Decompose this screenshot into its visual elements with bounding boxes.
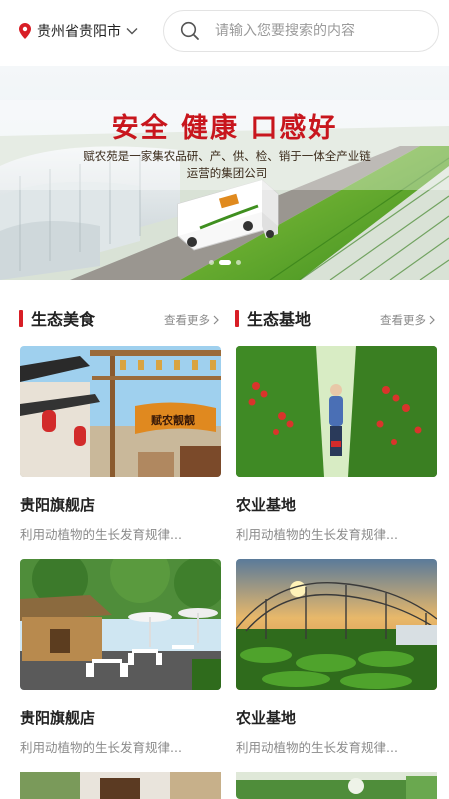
- section-header-food: 生态美食: [19, 307, 95, 329]
- base-card-title: 农业基地: [236, 496, 297, 514]
- base-card[interactable]: 农业基地 利用动植物的生长发育规律...: [236, 559, 437, 759]
- base-card-partial[interactable]: [236, 772, 437, 799]
- section-accent-bar: [235, 309, 239, 327]
- view-more-label: 查看更多: [380, 313, 426, 327]
- carousel-dot-active[interactable]: [218, 260, 231, 265]
- base-card-desc: 利用动植物的生长发育规律...: [236, 740, 398, 755]
- base-card-desc: 利用动植物的生长发育规律...: [236, 527, 398, 542]
- search-input[interactable]: [215, 23, 415, 39]
- search-bar[interactable]: [163, 10, 439, 52]
- food-card-image: [20, 772, 221, 799]
- banner-slogan: 安全 健康 口感好: [111, 113, 338, 144]
- chevron-down-icon: [126, 28, 138, 35]
- chevron-right-icon: [429, 315, 435, 325]
- banner-description: 赋农苑是一家集农品研、产、供、检、销于一体全产业链运营的集团公司: [83, 149, 371, 180]
- base-card[interactable]: 农业基地 利用动植物的生长发育规律...: [236, 346, 437, 546]
- food-sign-text: 赋农靓靓: [151, 413, 195, 427]
- location-selector[interactable]: 贵州省贵阳市: [19, 21, 138, 41]
- view-more-label: 查看更多: [164, 313, 210, 327]
- carousel-dot[interactable]: [208, 260, 214, 265]
- food-card-image: [20, 559, 221, 690]
- top-bar: 贵州省贵阳市: [0, 0, 449, 62]
- section-header-base: 生态基地: [235, 307, 311, 329]
- food-card-desc: 利用动植物的生长发育规律...: [20, 740, 182, 755]
- section-title: 生态基地: [247, 310, 312, 329]
- base-card-title: 农业基地: [236, 709, 297, 727]
- section-accent-bar: [19, 309, 23, 327]
- search-icon[interactable]: [180, 21, 200, 41]
- view-more-base-link[interactable]: 查看更多: [380, 312, 435, 328]
- food-card[interactable]: 赋农靓靓 贵阳旗舰店 利用动植物的生长发育规律...: [20, 346, 221, 546]
- chevron-right-icon: [213, 315, 219, 325]
- food-card-title: 贵阳旗舰店: [20, 709, 96, 727]
- food-card[interactable]: 贵阳旗舰店 利用动植物的生长发育规律...: [20, 559, 221, 759]
- view-more-food-link[interactable]: 查看更多: [164, 312, 219, 328]
- food-card-image: 赋农靓靓: [20, 346, 221, 477]
- base-card-image: [236, 772, 437, 799]
- food-card-desc: 利用动植物的生长发育规律...: [20, 527, 182, 542]
- carousel-dot[interactable]: [235, 260, 241, 265]
- section-title: 生态美食: [31, 310, 96, 329]
- location-label: 贵州省贵阳市: [37, 24, 121, 40]
- food-card-partial[interactable]: [20, 772, 221, 799]
- base-card-image: [236, 559, 437, 690]
- carousel-indicator: [0, 260, 449, 265]
- food-card-title: 贵阳旗舰店: [20, 496, 96, 514]
- base-card-image: [236, 346, 437, 477]
- location-pin-icon: [19, 23, 31, 39]
- banner-carousel[interactable]: 安全 健康 口感好 赋农苑是一家集农品研、产、供、检、销于一体全产业链运营的集团…: [0, 66, 449, 280]
